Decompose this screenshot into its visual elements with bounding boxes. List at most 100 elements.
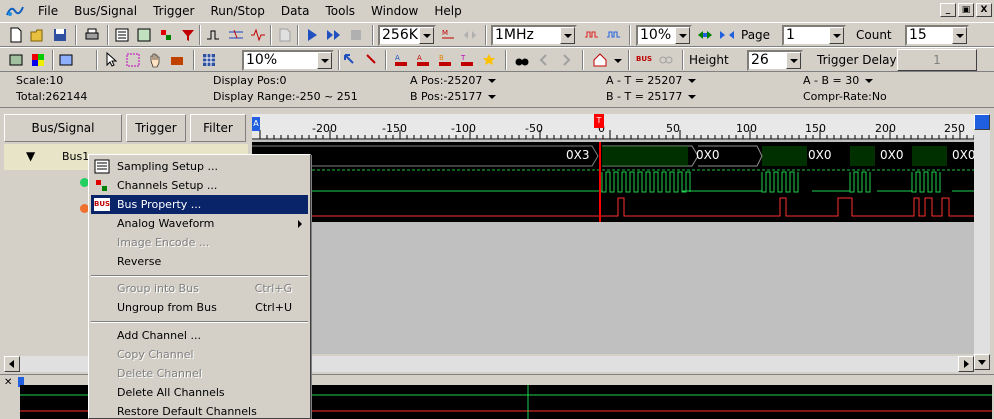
hand-pan-icon[interactable] bbox=[145, 50, 165, 70]
pointer-icon[interactable] bbox=[101, 50, 121, 70]
trigger-t-marker[interactable]: T bbox=[594, 114, 604, 128]
sampling-setup-icon[interactable] bbox=[134, 25, 154, 45]
scroll-right-button[interactable] bbox=[958, 356, 974, 372]
menu-add-channel[interactable]: Add Channel ... bbox=[91, 326, 308, 345]
menu-bus-property[interactable]: BUS Bus Property ... bbox=[91, 195, 308, 214]
zoom-screen-icon[interactable] bbox=[56, 50, 76, 70]
bar-b-icon[interactable]: A bbox=[413, 50, 433, 70]
menu-copy-channel: Copy Channel bbox=[117, 348, 194, 361]
channel-setup-icon[interactable] bbox=[112, 25, 132, 45]
zoom-percent-select-2[interactable]: 10% bbox=[242, 50, 334, 71]
menu-ungroup-from-bus[interactable]: Ungroup from Bus Ctrl+U bbox=[91, 298, 308, 317]
goto-t-icon[interactable] bbox=[362, 50, 382, 70]
select-region-icon[interactable] bbox=[123, 50, 143, 70]
bar-e-icon[interactable] bbox=[479, 50, 499, 70]
menu-delete-all-channels[interactable]: Delete All Channels bbox=[91, 383, 308, 402]
a-minus-t-readout[interactable]: A - T = 25207 bbox=[606, 74, 697, 87]
memory-icon[interactable]: M bbox=[438, 25, 458, 45]
filter-setup-icon[interactable] bbox=[178, 25, 198, 45]
sampling-frequency-select[interactable]: 1MHz bbox=[491, 25, 577, 46]
waveform-view[interactable]: -200 -150 -100 -50 0 50 100 150 200 250 … bbox=[252, 114, 974, 354]
display-pos-readout: Display Pos:0 bbox=[213, 74, 287, 87]
close-button[interactable]: X bbox=[976, 3, 992, 17]
page-label: Page bbox=[741, 28, 771, 42]
save-icon[interactable] bbox=[50, 25, 70, 45]
cursor-b-marker[interactable] bbox=[974, 114, 990, 130]
waveform-edit-icon[interactable] bbox=[248, 25, 268, 45]
menu-reverse[interactable]: Reverse bbox=[91, 252, 308, 271]
trace-canvas[interactable]: 0X3 0X0 0X0 0X0 0X0 bbox=[252, 142, 974, 222]
bus-tool-icon[interactable]: BUS bbox=[634, 50, 654, 70]
trigger-header[interactable]: Trigger bbox=[126, 114, 186, 142]
b-minus-t-readout[interactable]: B - T = 25177 bbox=[606, 90, 697, 103]
trigger-delay-value[interactable]: 1 bbox=[897, 49, 977, 71]
bar-c-icon[interactable]: B bbox=[435, 50, 455, 70]
bus-edit-icon[interactable] bbox=[226, 25, 246, 45]
vertical-scrollbar[interactable] bbox=[974, 114, 990, 370]
run-continuous-icon[interactable] bbox=[324, 25, 344, 45]
svg-text:BUS: BUS bbox=[94, 200, 110, 208]
menu-window[interactable]: Window bbox=[363, 1, 426, 21]
bus-value-label: 0X0 bbox=[880, 148, 904, 162]
menu-analog-waveform[interactable]: Analog Waveform bbox=[91, 214, 308, 233]
menu-data[interactable]: Data bbox=[273, 1, 318, 21]
filter-header[interactable]: Filter bbox=[190, 114, 246, 142]
count-select[interactable]: 15 bbox=[905, 25, 969, 46]
run-icon[interactable] bbox=[302, 25, 322, 45]
print-icon[interactable] bbox=[82, 25, 102, 45]
home-dropdown-icon[interactable] bbox=[608, 50, 628, 70]
time-ruler[interactable]: -200 -150 -100 -50 0 50 100 150 200 250 … bbox=[252, 114, 974, 140]
bar-d-icon[interactable]: T bbox=[457, 50, 477, 70]
pulse-blue-icon[interactable] bbox=[604, 25, 624, 45]
height-label: Height bbox=[689, 53, 729, 67]
height-select[interactable]: 26 bbox=[747, 50, 803, 71]
menu-restore-default-channels[interactable]: Restore Default Channels bbox=[91, 402, 308, 419]
menu-help[interactable]: Help bbox=[426, 1, 469, 21]
home-icon[interactable] bbox=[590, 50, 610, 70]
b-pos-readout[interactable]: B Pos:-25177 bbox=[410, 90, 497, 103]
a-pos-readout[interactable]: A Pos:-25207 bbox=[410, 74, 497, 87]
menu-channels-setup[interactable]: Channels Setup ... bbox=[91, 176, 308, 195]
menu-bus-signal[interactable]: Bus/Signal bbox=[66, 1, 145, 21]
bus-signal-header[interactable]: Bus/Signal bbox=[4, 114, 122, 142]
a-minus-b-readout[interactable]: A - B = 30 bbox=[803, 74, 874, 87]
open-folder-icon[interactable] bbox=[28, 25, 48, 45]
cursor-a-marker[interactable]: A bbox=[252, 117, 260, 131]
restore-button[interactable]: ▣ bbox=[958, 3, 974, 17]
color-palette-icon[interactable] bbox=[28, 50, 48, 70]
close-overview-icon[interactable]: ✕ bbox=[4, 377, 12, 388]
ruler-label: 150 bbox=[805, 122, 826, 135]
zoom-in-arrows-icon[interactable] bbox=[695, 25, 715, 45]
ruler-label: 200 bbox=[875, 122, 896, 135]
signal-edit-icon[interactable] bbox=[204, 25, 224, 45]
app-logo-icon[interactable] bbox=[6, 3, 24, 19]
ruler-label: -100 bbox=[451, 122, 476, 135]
menu-file[interactable]: File bbox=[30, 1, 66, 21]
pulse-red-icon[interactable] bbox=[582, 25, 602, 45]
stop-icon[interactable] bbox=[346, 25, 366, 45]
trigger-setup-icon[interactable] bbox=[156, 25, 176, 45]
binoculars-icon[interactable] bbox=[512, 50, 532, 70]
new-file-icon[interactable] bbox=[6, 25, 26, 45]
page-select[interactable]: 1 bbox=[782, 25, 846, 46]
scroll-down-button[interactable] bbox=[974, 354, 990, 370]
menu-trigger[interactable]: Trigger bbox=[145, 1, 202, 21]
count-label: Count bbox=[856, 28, 892, 42]
display-range-readout: Display Range:-250 ~ 251 bbox=[213, 90, 358, 103]
collapse-triangle-icon[interactable]: ▼ bbox=[26, 149, 35, 163]
zoom-percent-select[interactable]: 10% bbox=[636, 25, 692, 46]
scroll-left-button[interactable] bbox=[4, 356, 20, 372]
menu-sampling-setup[interactable]: Sampling Setup ... bbox=[91, 157, 308, 176]
svg-text:M: M bbox=[442, 29, 448, 37]
menu-run-stop[interactable]: Run/Stop bbox=[202, 1, 272, 21]
zoom-out-arrows-icon[interactable] bbox=[717, 25, 737, 45]
goto-a-icon[interactable] bbox=[340, 50, 360, 70]
measure-icon[interactable] bbox=[167, 50, 187, 70]
bus-view-icon[interactable] bbox=[6, 50, 26, 70]
grid-icon[interactable] bbox=[199, 50, 219, 70]
bar-a-icon[interactable]: A bbox=[391, 50, 411, 70]
menu-tools[interactable]: Tools bbox=[317, 1, 363, 21]
ruler-label: -50 bbox=[525, 122, 543, 135]
sample-depth-select[interactable]: 256K bbox=[378, 25, 436, 46]
minimize-button[interactable]: _ bbox=[940, 3, 956, 17]
